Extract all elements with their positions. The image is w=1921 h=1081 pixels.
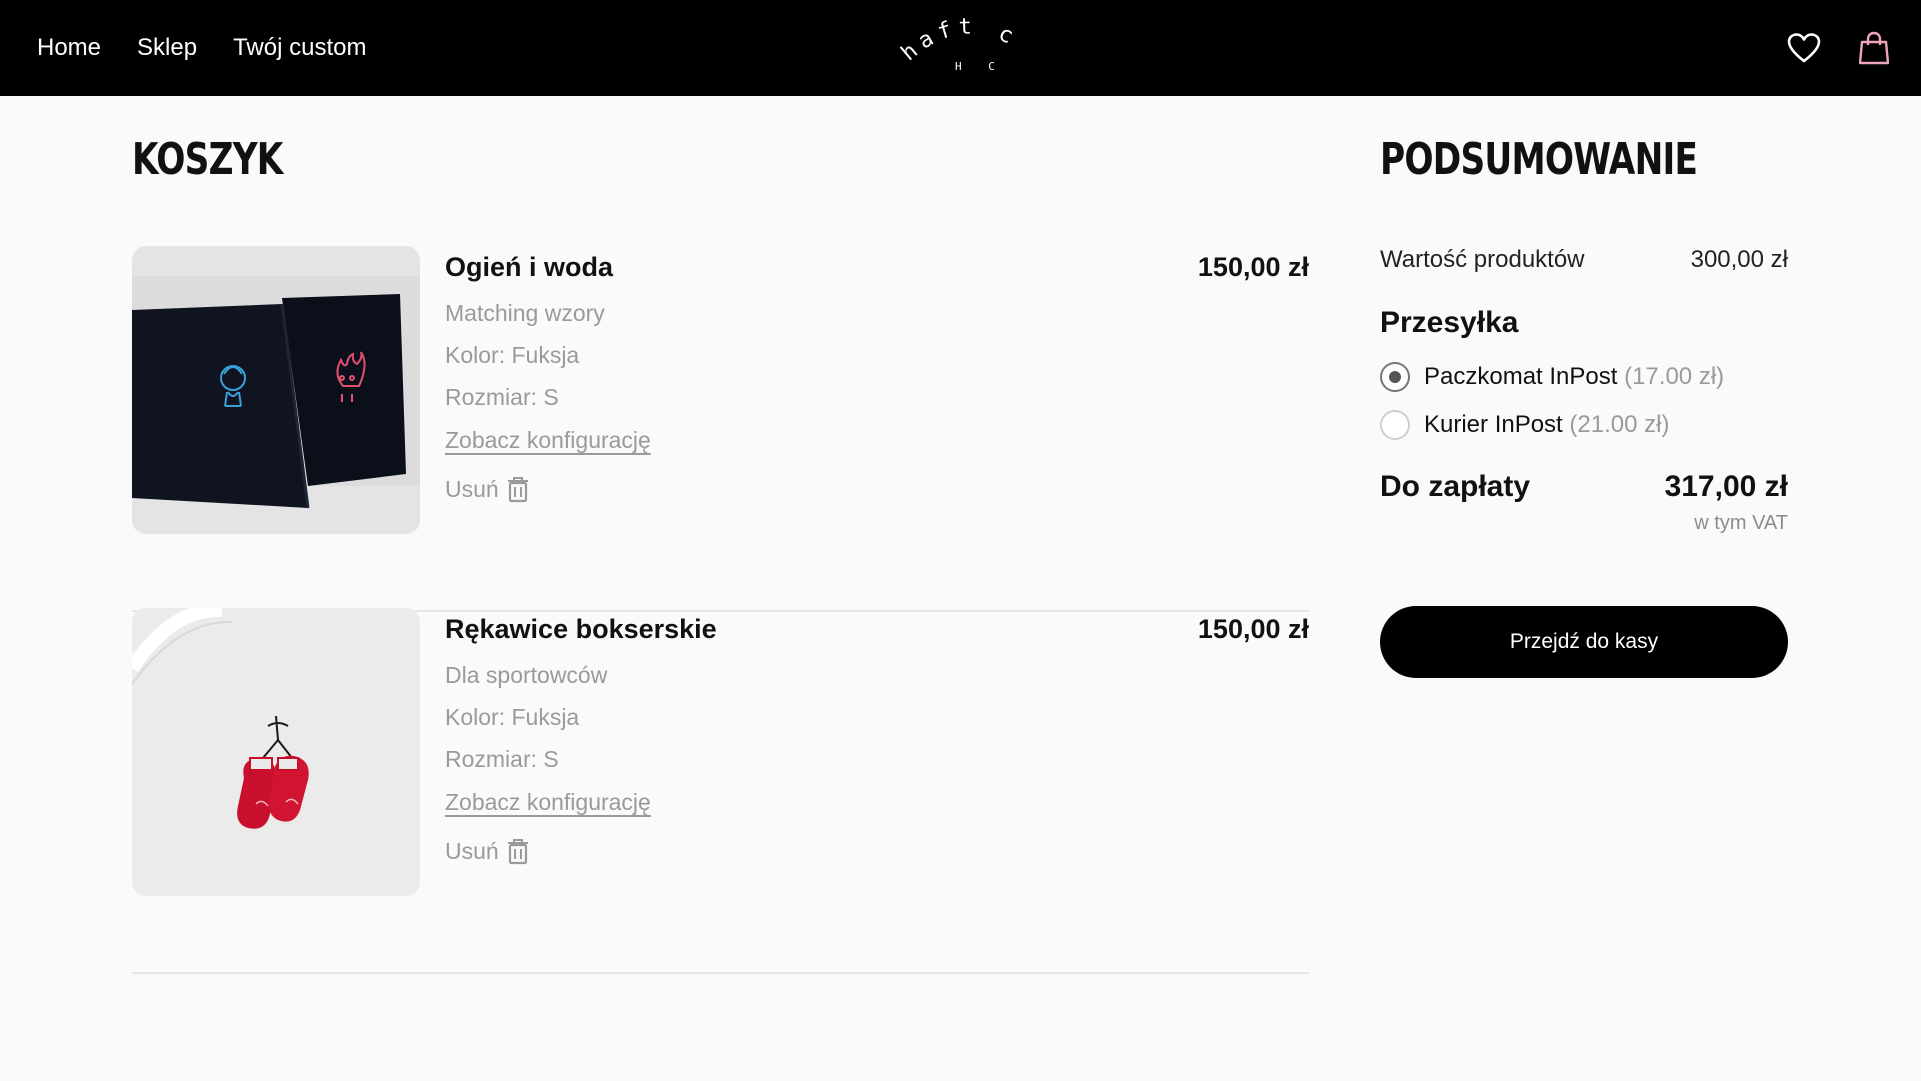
view-configuration-link[interactable]: Zobacz konfigurację — [445, 427, 651, 454]
shipping-option-label: Paczkomat InPost (17.00 zł) — [1424, 363, 1724, 391]
cart-item: Rękawice bokserskie Dla sportowców Kolor… — [132, 608, 1309, 974]
shipping-option-name: Paczkomat InPost — [1424, 363, 1618, 390]
cart-item: Ogień i woda Matching wzory Kolor: Fuksj… — [132, 246, 1309, 612]
shipping-option-kurier[interactable]: Kurier InPost (21.00 zł) — [1380, 410, 1788, 440]
item-price: 150,00 zł — [1197, 252, 1309, 282]
top-navbar: Home Sklep Twój custom haft club H C — [0, 0, 1921, 96]
item-info: Ogień i woda Matching wzory Kolor: Fuksj… — [445, 246, 651, 503]
products-value-label: Wartość produktów — [1380, 246, 1585, 273]
products-value: 300,00 zł — [1690, 246, 1788, 273]
total-label: Do zapłaty — [1380, 470, 1531, 503]
item-name: Ogień i woda — [445, 252, 614, 282]
item-name: Rękawice bokserskie — [445, 614, 717, 644]
item-size: Rozmiar: S — [445, 746, 559, 772]
item-color: Kolor: Fuksja — [445, 342, 580, 368]
summary-title: PODSUMOWANIE — [1380, 134, 1698, 185]
item-subtitle: Dla sportowców — [445, 662, 608, 688]
vat-note: w tym VAT — [1694, 512, 1788, 534]
heart-icon[interactable] — [1787, 31, 1821, 65]
shipping-option-price: (17.00 zł) — [1624, 363, 1725, 390]
item-info: Rękawice bokserskie Dla sportowców Kolor… — [445, 608, 717, 865]
item-price: 150,00 zł — [1197, 614, 1309, 644]
total-row: Do zapłaty 317,00 zł — [1380, 470, 1788, 504]
remove-item-button[interactable]: Usuń — [445, 476, 651, 503]
radio-button-selected[interactable] — [1380, 362, 1410, 392]
cart-title: KOSZYK — [132, 134, 283, 185]
main-nav: Home Sklep Twój custom — [37, 0, 366, 96]
item-subtitle: Matching wzory — [445, 300, 605, 326]
product-image[interactable] — [132, 246, 420, 534]
nav-custom-link[interactable]: Twój custom — [233, 34, 366, 62]
nav-home-link[interactable]: Home — [37, 34, 101, 62]
total-value: 317,00 zł — [1664, 470, 1788, 503]
logo-text: haft club — [895, 10, 1023, 66]
checkout-button[interactable]: Przejdź do kasy — [1380, 606, 1788, 678]
order-summary: Wartość produktów 300,00 zł Przesyłka Pa… — [1380, 246, 1788, 535]
logo-subtext: H C — [955, 60, 1005, 73]
radio-button[interactable] — [1380, 410, 1410, 440]
brand-logo[interactable]: haft club H C — [885, 0, 1031, 76]
shipping-option-name: Kurier InPost — [1424, 411, 1563, 438]
shipping-option-price: (21.00 zł) — [1569, 411, 1670, 438]
remove-label: Usuń — [445, 838, 499, 864]
product-image[interactable] — [132, 608, 420, 896]
remove-item-button[interactable]: Usuń — [445, 838, 717, 865]
trash-icon — [507, 476, 528, 502]
shipping-option-paczkomat[interactable]: Paczkomat InPost (17.00 zł) — [1380, 362, 1788, 392]
shipping-option-label: Kurier InPost (21.00 zł) — [1424, 411, 1669, 439]
item-color: Kolor: Fuksja — [445, 704, 580, 730]
shipping-title: Przesyłka — [1380, 306, 1519, 339]
shopping-bag-icon[interactable] — [1857, 31, 1891, 65]
view-configuration-link[interactable]: Zobacz konfigurację — [445, 789, 651, 816]
remove-label: Usuń — [445, 476, 499, 502]
nav-actions — [1787, 0, 1891, 96]
products-value-row: Wartość produktów 300,00 zł — [1380, 246, 1788, 274]
trash-icon — [507, 838, 528, 864]
item-size: Rozmiar: S — [445, 384, 559, 410]
nav-shop-link[interactable]: Sklep — [137, 34, 197, 62]
